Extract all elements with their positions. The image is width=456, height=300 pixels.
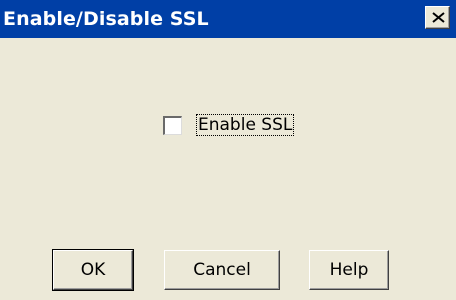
help-button[interactable]: Help [309,250,389,290]
window-title: Enable/Disable SSL [3,8,209,30]
ok-button[interactable]: OK [52,249,134,291]
cancel-button[interactable]: Cancel [164,250,280,290]
enable-ssl-label[interactable]: Enable SSL [195,114,295,136]
close-button[interactable] [425,6,450,29]
enable-ssl-checkbox[interactable] [163,116,182,135]
title-bar: Enable/Disable SSL [0,0,456,38]
ssl-dialog: Enable/Disable SSL Enable SSL OK Cancel … [0,0,456,300]
close-icon [432,12,445,23]
